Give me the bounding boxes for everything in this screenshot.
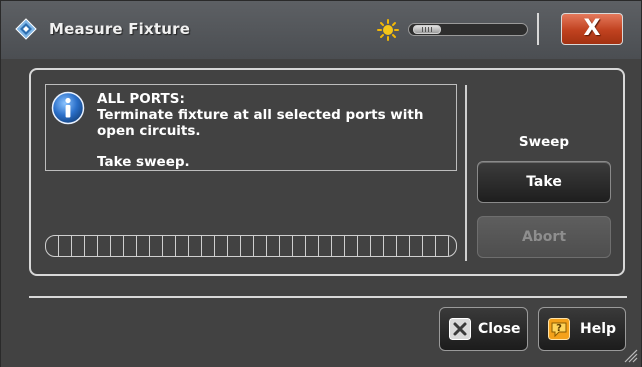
close-button[interactable]: Close <box>439 307 528 351</box>
panel-divider <box>465 85 467 261</box>
rohde-diamond-icon <box>15 18 37 40</box>
svg-text:?: ? <box>556 323 562 334</box>
sun-icon <box>377 19 399 41</box>
close-button-label: Close <box>478 321 521 337</box>
message-line: open circuits. <box>97 123 201 139</box>
help-question-icon: ? <box>548 318 570 340</box>
footer-divider <box>29 296 627 298</box>
brightness-slider-handle[interactable] <box>413 25 441 34</box>
close-icon <box>449 318 471 340</box>
abort-button[interactable]: Abort <box>477 216 611 258</box>
info-icon <box>51 91 85 125</box>
message-heading: ALL PORTS: <box>97 91 185 107</box>
close-x-icon[interactable]: X <box>561 13 623 45</box>
window-title: Measure Fixture <box>49 20 191 38</box>
help-button-label: Help <box>580 321 617 337</box>
message-line: Terminate fixture at all selected ports … <box>97 107 424 123</box>
sweep-label: Sweep <box>518 134 570 150</box>
title-bar[interactable]: Measure Fixture X <box>1 1 641 59</box>
message-line: Take sweep. <box>97 154 190 170</box>
title-separator <box>537 13 539 45</box>
sweep-progress-bar <box>45 235 457 257</box>
help-button[interactable]: ? Help <box>538 307 626 351</box>
brightness-slider[interactable] <box>408 23 528 36</box>
resize-grip-icon[interactable] <box>622 347 638 363</box>
measure-fixture-dialog: Measure Fixture X ALL PORTS: Terminate f… <box>0 0 642 367</box>
take-button[interactable]: Take <box>477 161 611 203</box>
